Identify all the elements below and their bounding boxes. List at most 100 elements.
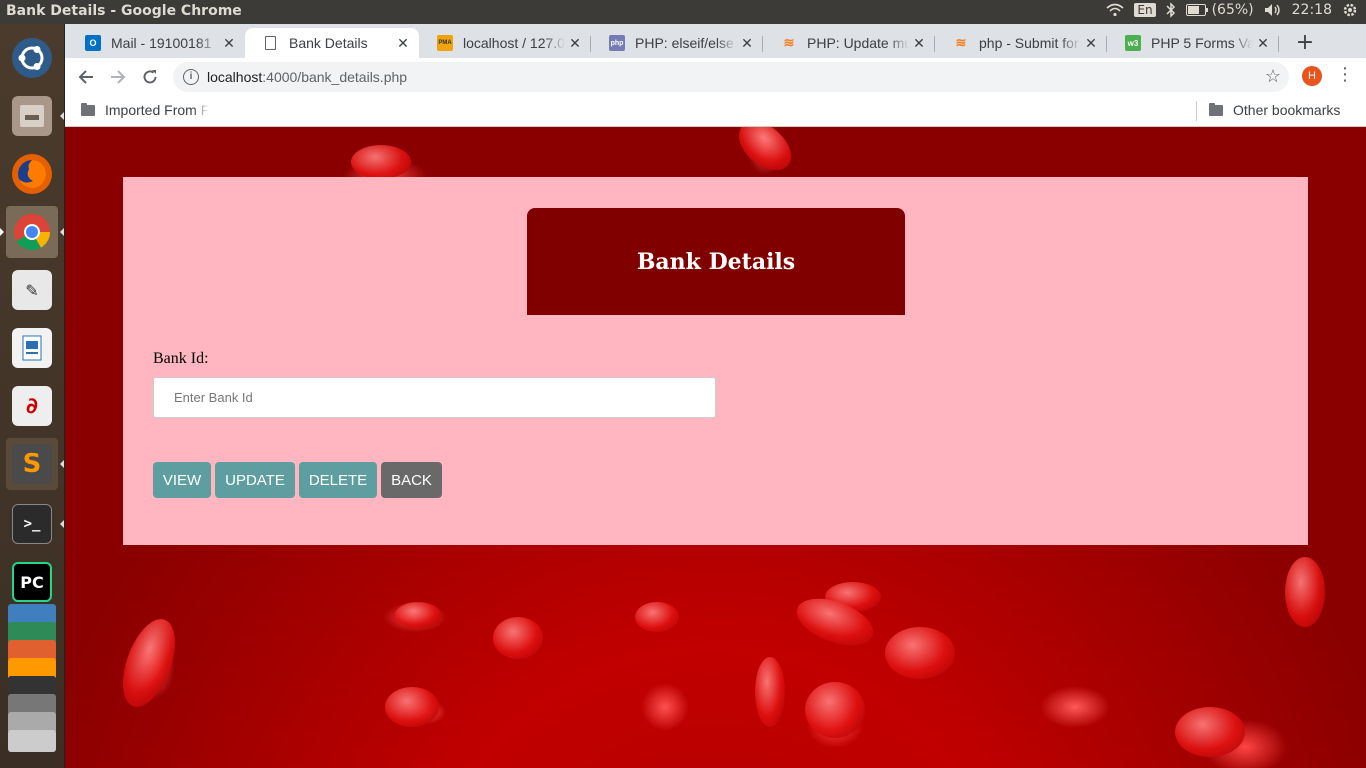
tab-label: Bank Details [289,35,368,51]
volume-icon[interactable] [1264,3,1282,17]
url-text[interactable]: localhost:4000/bank_details.php [207,69,407,85]
pycharm-icon: PC [12,562,52,602]
background-blood-cell [351,145,411,179]
launcher-chrome[interactable] [0,206,64,258]
view-button[interactable]: VIEW [153,462,211,498]
bluetooth-icon[interactable] [1166,2,1176,18]
sublime-text-icon: S [12,444,52,484]
url-path: :4000/bank_details.php [262,69,408,85]
bank-id-input[interactable] [153,377,716,418]
launcher: ✎ ∂ S >_ PC [0,24,65,768]
bookmark-folder-other[interactable]: Other bookmarks [1209,102,1340,118]
background-blood-cell [729,127,801,180]
profile-avatar[interactable]: H [1302,66,1322,86]
address-bar[interactable]: i localhost:4000/bank_details.php ☆ [173,62,1289,92]
stackoverflow-icon: ≋ [783,35,795,50]
page-viewport: Bank Details Bank Id: VIEW UPDATE DELETE… [65,127,1366,768]
new-tab-button[interactable]: + [1292,30,1318,55]
reload-icon[interactable] [137,64,163,90]
page-title: Bank Details [636,248,796,275]
background-blood-cell [1285,557,1325,627]
close-icon[interactable]: ✕ [909,35,929,52]
page-icon [265,36,276,50]
update-button[interactable]: UPDATE [215,462,295,498]
file-cabinet-icon [12,96,52,136]
forward-arrow-icon[interactable] [105,64,131,90]
gear-icon[interactable] [1342,2,1358,18]
tab-label: Mail - 19100181 [111,35,212,51]
phpmyadmin-icon: PMA [437,35,453,51]
launcher-text-editor[interactable]: ✎ [6,264,58,316]
background-blood-cell [805,682,865,738]
info-icon[interactable]: i [183,69,199,85]
close-icon[interactable]: ✕ [219,35,239,52]
launcher-sublime-text[interactable]: S [6,438,64,490]
tab-php-elseif[interactable]: php PHP: elseif/else ✕ [591,28,763,58]
browser-toolbar: i localhost:4000/bank_details.php ☆ H ⋮ [65,58,1366,95]
bookmarks-divider [1196,101,1197,121]
close-icon[interactable]: ✕ [737,35,757,52]
page-header: Bank Details [527,208,905,315]
tab-label: PHP: elseif/else [635,35,734,51]
launcher-overflow-stack[interactable] [8,604,56,764]
tab-mail[interactable]: O Mail - 19100181 ✕ [67,28,245,58]
folder-icon [81,102,95,116]
browser-window: O Mail - 19100181 ✕ Bank Details ✕ PMA l… [65,24,1366,127]
system-tray: En (65%) 22:18 [1106,2,1358,18]
system-top-bar: Bank Details - Google Chrome En (65%) 22… [0,0,1366,24]
tab-label: PHP 5 Forms Va [1151,35,1253,51]
tab-php-submit[interactable]: ≋ php - Submit for ✕ [935,28,1107,58]
tab-label: php - Submit for [979,35,1079,51]
kebab-menu-icon[interactable]: ⋮ [1336,64,1354,85]
close-icon[interactable]: ✕ [393,35,413,52]
clock[interactable]: 22:18 [1292,2,1332,18]
tab-phpmyadmin[interactable]: PMA localhost / 127.0 ✕ [419,28,591,58]
bookmark-folder-imported[interactable]: Imported From F [81,102,209,118]
launcher-firefox[interactable] [6,148,58,200]
pdf-viewer-icon: ∂ [12,386,52,426]
tab-php-update[interactable]: ≋ PHP: Update mu ✕ [763,28,935,58]
keyboard-layout-indicator[interactable]: En [1134,3,1156,17]
bookmark-label: Other bookmarks [1233,102,1341,118]
tab-separator [1278,36,1279,52]
wifi-icon[interactable] [1106,3,1124,17]
launcher-libreoffice-writer[interactable] [6,322,58,374]
background-blood-cell [1175,707,1245,757]
bank-id-label: Bank Id: [153,350,209,367]
delete-button[interactable]: DELETE [299,462,377,498]
tab-label: localhost / 127.0 [463,35,565,51]
battery-indicator[interactable]: (65%) [1185,2,1254,18]
stacked-app-icon [8,730,56,752]
launcher-document-viewer[interactable]: ∂ [6,380,58,432]
w3schools-icon: w3 [1125,35,1141,51]
tab-label: PHP: Update mu [807,35,909,51]
back-button[interactable]: BACK [381,462,442,498]
launcher-files[interactable] [6,90,64,142]
close-icon[interactable]: ✕ [565,35,585,52]
background-blood-cell [395,602,441,628]
launcher-pycharm[interactable]: PC [6,556,58,608]
tab-strip: O Mail - 19100181 ✕ Bank Details ✕ PMA l… [65,24,1366,58]
bookmark-star-icon[interactable]: ☆ [1265,66,1281,87]
battery-percentage: (65%) [1211,2,1254,18]
back-arrow-icon[interactable] [73,64,99,90]
pencil-notepad-icon: ✎ [12,270,52,310]
background-blood-cell [635,602,679,632]
close-icon[interactable]: ✕ [1253,35,1273,52]
ubuntu-logo-icon [12,38,52,78]
background-blood-cell [885,627,955,679]
background-blood-cell [493,617,543,659]
launcher-ubuntu-dash[interactable] [6,32,58,84]
writer-document-icon [12,328,52,368]
launcher-terminal[interactable]: >_ [6,498,64,550]
bookmarks-bar: Imported From F Other bookmarks [65,95,1366,127]
battery-icon [1185,4,1208,16]
firefox-icon [12,154,52,194]
background-blood-cell [112,612,186,714]
close-icon[interactable]: ✕ [1081,35,1101,52]
chrome-icon [12,212,52,252]
bookmark-label: Imported From F [105,102,210,118]
tab-bank-details[interactable]: Bank Details ✕ [245,28,419,58]
window-title: Bank Details - Google Chrome [6,3,242,19]
tab-php-forms[interactable]: w3 PHP 5 Forms Va ✕ [1107,28,1279,58]
